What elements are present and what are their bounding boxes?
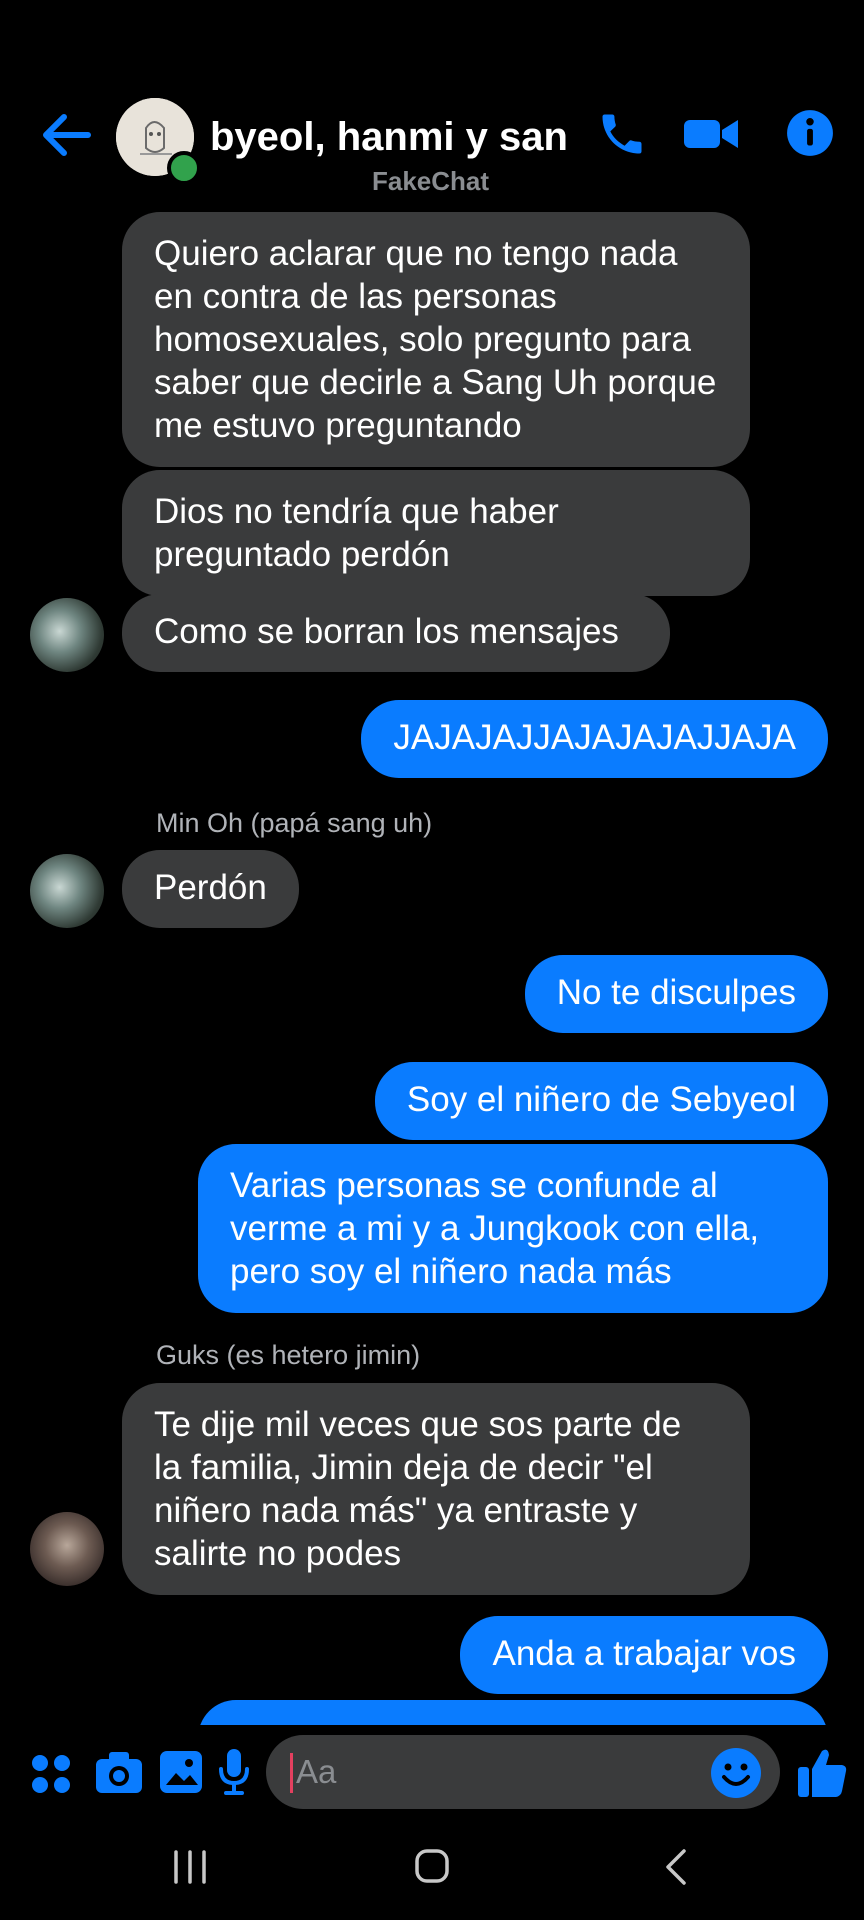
message-input-placeholder: Aa bbox=[296, 1753, 337, 1790]
apps-icon[interactable] bbox=[30, 1753, 72, 1800]
thumbs-up-icon[interactable] bbox=[796, 1745, 848, 1804]
back-arrow-icon[interactable] bbox=[38, 110, 94, 160]
sender-avatar[interactable] bbox=[30, 854, 104, 928]
system-navigation-bar bbox=[0, 1820, 864, 1920]
camera-icon[interactable] bbox=[94, 1749, 144, 1800]
conversation-title[interactable]: byeol, hanmi y san… bbox=[210, 115, 570, 160]
microphone-icon[interactable] bbox=[216, 1747, 252, 1802]
home-icon[interactable] bbox=[414, 1848, 450, 1889]
text-caret bbox=[290, 1753, 293, 1793]
chat-header: byeol, hanmi y san… FakeChat bbox=[0, 0, 864, 200]
online-status-dot bbox=[167, 151, 201, 185]
message-list[interactable]: Quiero aclarar que no tengo nada en cont… bbox=[0, 190, 864, 1725]
message-bubble-incoming[interactable]: Quiero aclarar que no tengo nada en cont… bbox=[122, 212, 750, 467]
back-icon[interactable] bbox=[662, 1848, 688, 1891]
message-bubble-incoming[interactable]: Como se borran los mensajes bbox=[122, 594, 670, 672]
message-bubble-incoming[interactable]: Dios no tendría que haber preguntado per… bbox=[122, 470, 750, 596]
sender-name: Guks (es hetero jimin) bbox=[156, 1340, 421, 1370]
gallery-icon[interactable] bbox=[158, 1749, 204, 1800]
message-bubble-outgoing[interactable]: Anda a trabajar vos bbox=[460, 1616, 828, 1694]
recent-apps-icon[interactable] bbox=[172, 1850, 208, 1889]
message-bubble-partial[interactable] bbox=[198, 1700, 828, 1725]
sender-name: Min Oh (papá sang uh) bbox=[156, 808, 433, 838]
sender-avatar[interactable] bbox=[30, 598, 104, 672]
phone-icon[interactable] bbox=[596, 108, 648, 165]
info-icon[interactable] bbox=[785, 108, 835, 163]
conversation-subtitle: FakeChat bbox=[372, 166, 490, 196]
message-bubble-outgoing[interactable]: Varias personas se confunde al verme a m… bbox=[198, 1144, 828, 1313]
message-bubble-outgoing[interactable]: No te disculpes bbox=[524, 955, 828, 1033]
video-camera-icon[interactable] bbox=[682, 108, 740, 165]
composer-bar: Aa bbox=[0, 1725, 864, 1820]
message-input[interactable]: Aa bbox=[266, 1735, 780, 1809]
sender-avatar[interactable] bbox=[30, 1512, 104, 1586]
emoji-icon[interactable] bbox=[710, 1747, 762, 1804]
message-bubble-outgoing[interactable]: Soy el niñero de Sebyeol bbox=[374, 1062, 828, 1140]
message-bubble-outgoing[interactable]: JAJAJAJJAJAJAJAJJAJA bbox=[361, 700, 828, 778]
message-bubble-incoming[interactable]: Te dije mil veces que sos parte de la fa… bbox=[122, 1383, 750, 1595]
message-bubble-incoming[interactable]: Perdón bbox=[122, 850, 299, 928]
